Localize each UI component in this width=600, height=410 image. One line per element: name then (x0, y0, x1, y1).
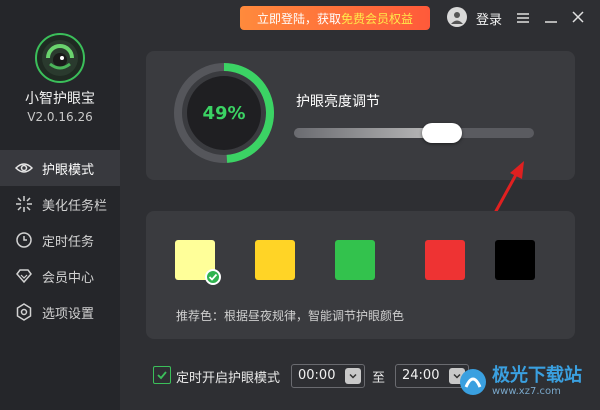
user-avatar-icon[interactable] (447, 7, 467, 27)
to-label: 至 (372, 371, 386, 386)
color-swatch-black[interactable] (495, 240, 535, 280)
sidebar: 小智护眼宝 V2.0.16.26 护眼模式 美化任务栏 定时任务 会员中心 选项… (0, 0, 120, 410)
sidebar-item-member[interactable]: 会员中心 (0, 258, 120, 294)
sidebar-item-label: 会员中心 (42, 270, 95, 286)
sidebar-item-eye-mode[interactable]: 护眼模式 (0, 150, 120, 186)
chevron-down-icon[interactable] (345, 368, 361, 384)
start-time-select[interactable]: 00:00 (291, 364, 365, 388)
sidebar-item-settings[interactable]: 选项设置 (0, 294, 120, 330)
promo-highlight: 免费会员权益 (341, 11, 414, 26)
recommend-text: 推荐色：根据昼夜规律，智能调节护眼颜色 (176, 309, 405, 323)
hamburger-menu-icon[interactable] (516, 10, 530, 24)
color-card: 推荐色：根据昼夜规律，智能调节护眼颜色 (146, 211, 575, 339)
watermark-text: 极光下载站 (492, 365, 582, 386)
app-logo-icon (35, 33, 85, 83)
sidebar-item-label: 美化任务栏 (42, 198, 108, 214)
sidebar-item-label: 定时任务 (42, 234, 95, 250)
brightness-label: 护眼亮度调节 (296, 94, 380, 110)
selected-check-icon (205, 269, 221, 285)
promo-text: 立即登陆，获取 (256, 11, 341, 26)
diamond-icon (14, 266, 34, 286)
minimize-icon[interactable] (544, 10, 558, 24)
sidebar-item-label: 护眼模式 (42, 162, 95, 178)
watermark: 极光下载站 www.xz7.com (458, 358, 598, 406)
clock-icon (14, 230, 34, 250)
timer-label: 定时开启护眼模式 (176, 371, 281, 386)
end-time-value: 24:00 (402, 368, 440, 383)
login-link[interactable]: 登录 (476, 9, 502, 28)
color-swatch-red[interactable] (425, 240, 465, 280)
sidebar-item-timer[interactable]: 定时任务 (0, 222, 120, 258)
app-name: 小智护眼宝 (25, 91, 95, 107)
watermark-logo-icon (460, 369, 486, 395)
sidebar-nav: 护眼模式 美化任务栏 定时任务 会员中心 选项设置 (0, 150, 120, 330)
close-icon[interactable] (571, 9, 585, 23)
login-promo-banner[interactable]: 立即登陆，获取 免费会员权益 (240, 6, 430, 30)
sparkle-icon (14, 194, 34, 214)
color-swatch-green[interactable] (335, 240, 375, 280)
eye-icon (14, 158, 34, 178)
brightness-percent: 49% (202, 102, 246, 124)
watermark-url: www.xz7.com (492, 386, 561, 397)
brightness-card: 49% 护眼亮度调节 (146, 51, 575, 234)
brightness-slider-fill (294, 128, 442, 138)
timer-checkbox[interactable] (153, 366, 171, 384)
gear-icon (14, 302, 34, 322)
start-time-value: 00:00 (298, 368, 336, 383)
sidebar-item-taskbar[interactable]: 美化任务栏 (0, 186, 120, 222)
color-swatch-yellow[interactable] (255, 240, 295, 280)
sidebar-item-label: 选项设置 (42, 306, 95, 322)
brightness-slider-thumb[interactable] (422, 123, 462, 143)
app-version: V2.0.16.26 (27, 110, 93, 124)
